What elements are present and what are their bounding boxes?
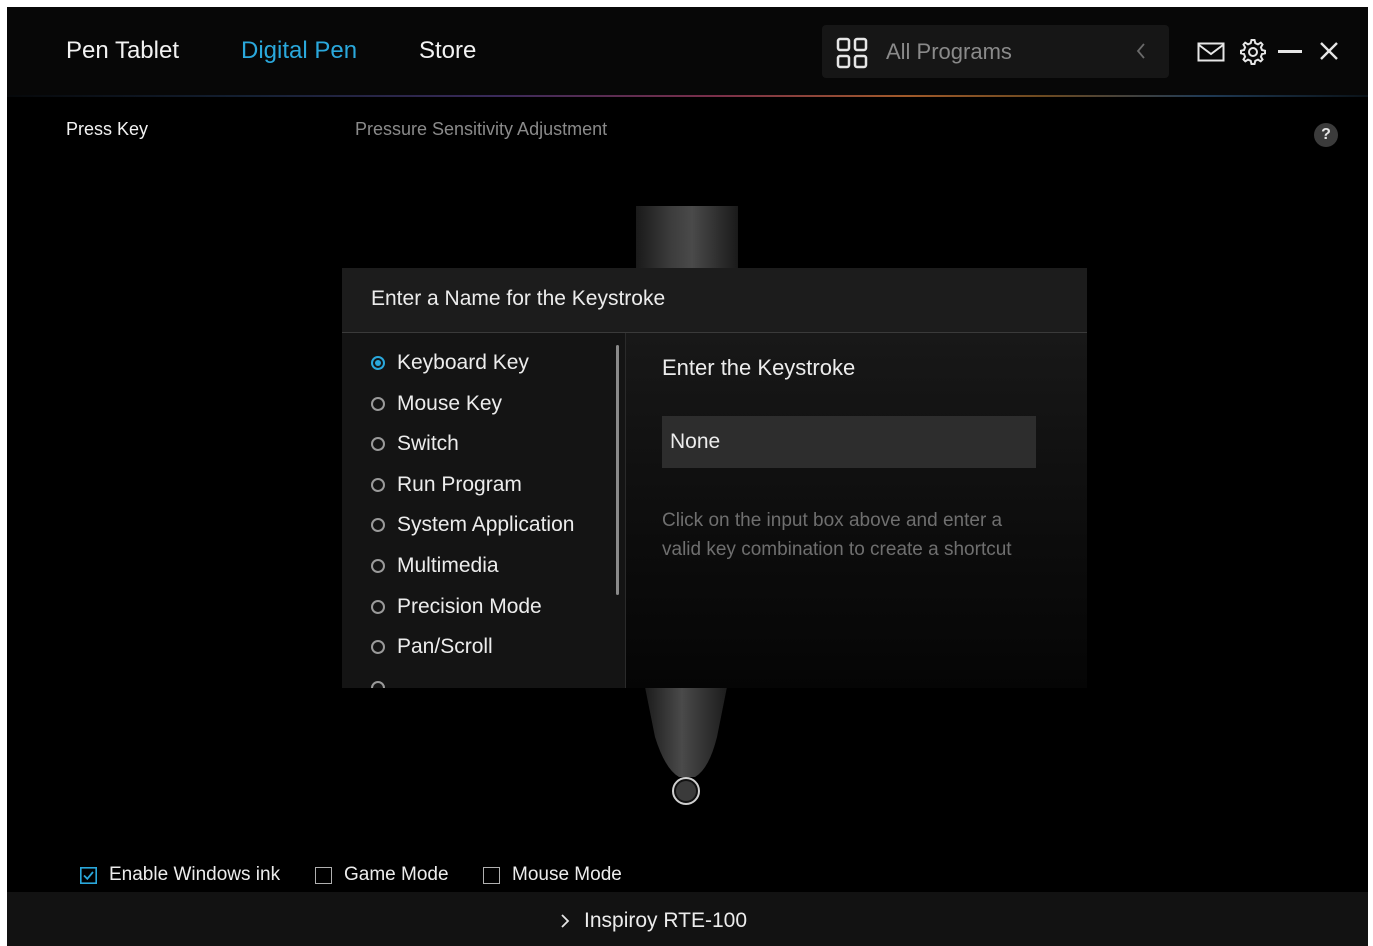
top-bar: Pen Tablet Digital Pen Store — [7, 7, 1368, 95]
checkbox-checked-icon[interactable] — [80, 866, 97, 884]
radio-icon[interactable] — [371, 478, 385, 492]
mouse-mode-checkbox[interactable]: Mouse Mode — [483, 864, 622, 886]
press-key-tab[interactable]: Press Key — [66, 119, 148, 140]
option-mouse-key[interactable]: Mouse Key — [371, 389, 502, 419]
keystroke-input[interactable] — [662, 416, 1036, 468]
option-system-application[interactable]: System Application — [371, 510, 574, 540]
close-icon[interactable] — [1319, 41, 1339, 61]
dialog-header: Enter a Name for the Keystroke — [342, 268, 1087, 333]
keystroke-title: Enter the Keystroke — [662, 355, 856, 380]
keystroke-hint: Click on the input box above and enter a… — [662, 510, 1012, 560]
checkbox-label: Enable Windows ink — [109, 864, 281, 885]
option-label: Pan/Scroll — [397, 635, 493, 658]
program-selector[interactable] — [822, 25, 1169, 78]
radio-icon[interactable] — [371, 640, 385, 654]
option-label: Mouse Key — [397, 392, 503, 415]
program-search-input[interactable] — [886, 37, 1116, 67]
radio-icon[interactable] — [371, 397, 385, 411]
tab-pen-tablet[interactable]: Pen Tablet — [66, 37, 179, 65]
option-label: System Application — [397, 513, 575, 536]
device-name: Inspiroy RTE-100 — [584, 909, 748, 932]
chevron-right-icon[interactable] — [560, 913, 570, 929]
mode-options-bar: Enable Windows ink Game Mode Mouse Mode — [7, 864, 1368, 894]
dialog-title: Enter a Name for the Keystroke — [371, 287, 666, 310]
option-run-program[interactable]: Run Program — [371, 470, 522, 500]
game-mode-checkbox[interactable]: Game Mode — [315, 864, 449, 886]
top-bar-divider — [7, 95, 1368, 97]
tab-digital-pen[interactable]: Digital Pen — [241, 37, 357, 65]
pressure-sensitivity-tab[interactable]: Pressure Sensitivity Adjustment — [355, 119, 607, 140]
radio-icon[interactable] — [371, 437, 385, 451]
mail-icon[interactable] — [1197, 42, 1225, 62]
option-multimedia[interactable]: Multimedia — [371, 551, 499, 581]
radio-icon[interactable] — [371, 559, 385, 573]
minimize-icon[interactable] — [1278, 50, 1302, 54]
tab-store[interactable]: Store — [419, 37, 476, 65]
pen-illustration-body — [636, 206, 738, 276]
help-icon[interactable]: ? — [1314, 123, 1338, 147]
option-partial-hidden[interactable] — [371, 673, 397, 688]
enable-windows-ink-checkbox[interactable]: Enable Windows ink — [80, 864, 280, 886]
radio-icon[interactable] — [371, 518, 385, 532]
checkbox-label: Mouse Mode — [512, 864, 622, 885]
option-keyboard-key[interactable]: Keyboard Key — [371, 348, 529, 378]
option-label: Keyboard Key — [397, 351, 529, 374]
chevron-left-icon[interactable] — [1134, 41, 1148, 61]
option-switch[interactable]: Switch — [371, 429, 459, 459]
function-type-list: Keyboard Key Mouse Key Switch Run Progra… — [342, 333, 625, 688]
gear-icon[interactable] — [1240, 39, 1266, 65]
keystroke-pane: Enter the Keystroke Click on the input b… — [625, 333, 1087, 688]
option-label: Run Program — [397, 473, 522, 496]
app-window: Pen Tablet Digital Pen Store All Program… — [7, 7, 1368, 946]
checkbox-label: Game Mode — [344, 864, 449, 885]
checkbox-icon[interactable] — [315, 866, 332, 884]
option-label: Multimedia — [397, 554, 499, 577]
radio-icon[interactable] — [371, 600, 385, 614]
device-footer: Inspiroy RTE-100 — [7, 892, 1368, 946]
radio-selected-icon[interactable] — [371, 356, 385, 370]
keystroke-dialog: Enter a Name for the Keystroke Keyboard … — [342, 268, 1087, 688]
option-pan-scroll[interactable]: Pan/Scroll — [371, 632, 493, 662]
device-selector[interactable]: Inspiroy RTE-100 — [560, 909, 747, 933]
option-label: Precision Mode — [397, 595, 542, 618]
radio-icon[interactable] — [371, 681, 385, 688]
grid-icon — [836, 37, 868, 69]
checkbox-icon[interactable] — [483, 866, 500, 884]
pen-tip-illustration — [645, 687, 727, 805]
option-precision-mode[interactable]: Precision Mode — [371, 592, 542, 622]
option-label: Switch — [397, 432, 459, 455]
options-scrollbar[interactable] — [616, 345, 619, 595]
